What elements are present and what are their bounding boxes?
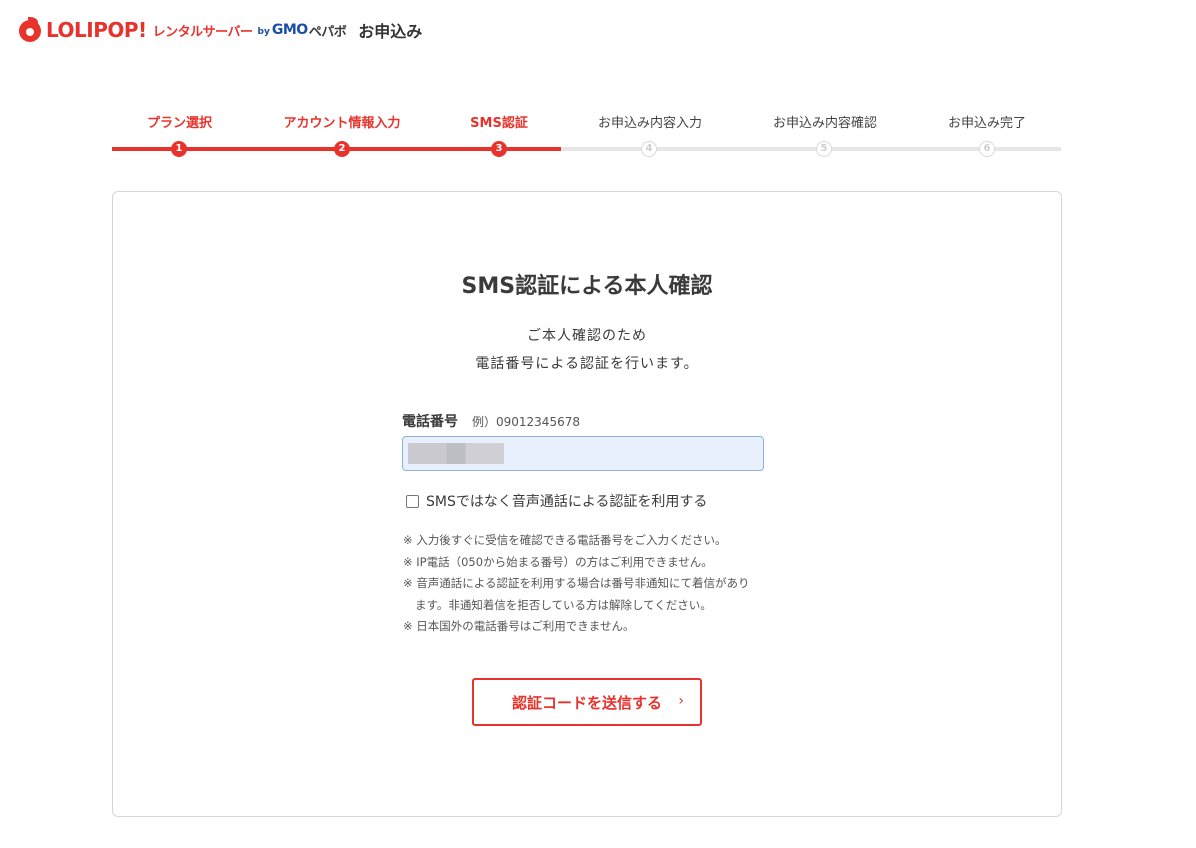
step-account-info: アカウント情報入力 2 xyxy=(272,112,412,157)
lolipop-logo-icon[interactable] xyxy=(18,17,42,43)
site-header: LOLIPOP! レンタルサーバー by GMO ペパボ お申込み xyxy=(18,14,422,46)
note-item-continued: ます。非通知着信を拒否している方は解除してください。 xyxy=(415,597,712,612)
step-label: お申込み内容確認 xyxy=(772,116,877,131)
step-number-badge: 1 xyxy=(171,141,187,157)
step-sms-auth: SMS認証 3 xyxy=(454,112,544,157)
description-line: ご本人確認のため xyxy=(527,328,647,344)
voice-call-checkbox[interactable] xyxy=(406,494,419,508)
step-number-badge: 5 xyxy=(816,141,832,157)
card-description: ご本人確認のため 電話番号による認証を行います。 xyxy=(113,322,1061,378)
progress-stepper: プラン選択 1 アカウント情報入力 2 SMS認証 3 お申込み内容入力 4 お… xyxy=(112,112,1061,162)
step-number-badge: 4 xyxy=(641,141,657,157)
step-label: お申込み内容入力 xyxy=(597,116,702,131)
logo-text[interactable]: LOLIPOP! xyxy=(46,18,147,42)
notes-list: ※ 入力後すぐに受信を確認できる電話番号をご入力ください。 ※ IP電話（050… xyxy=(403,530,783,638)
gmo-logo: GMO xyxy=(271,22,308,38)
note-item: ※ 日本国外の電話番号はご利用できません。 xyxy=(403,619,635,633)
step-number-badge: 6 xyxy=(979,141,995,157)
pepabo-logo: ペパボ xyxy=(308,24,347,40)
note-item: ※ IP電話（050から始まる番号）の方はご利用できません。 xyxy=(403,554,713,569)
step-number-badge: 2 xyxy=(334,141,350,157)
note-item: ※ 入力後すぐに受信を確認できる電話番号をご入力ください。 xyxy=(403,533,727,547)
chevron-right-icon: › xyxy=(678,693,684,709)
sms-auth-card: SMS認証による本人確認 ご本人確認のため 電話番号による認証を行います。 電話… xyxy=(112,191,1062,817)
step-application-complete: お申込み完了 6 xyxy=(937,112,1037,157)
step-label: アカウント情報入力 xyxy=(283,116,401,131)
voice-call-option[interactable]: SMSではなく音声通話による認証を利用する xyxy=(406,491,707,511)
send-button-label: 認証コードを送信する xyxy=(511,693,662,712)
redacted-phone-value xyxy=(408,443,504,464)
card-title: SMS認証による本人確認 xyxy=(461,274,713,299)
phone-example-hint: 例）09012345678 xyxy=(472,415,580,429)
by-text: by xyxy=(257,27,270,37)
phone-label-row: 電話番号 例）09012345678 xyxy=(402,411,580,431)
phone-field-label: 電話番号 xyxy=(402,414,458,430)
step-application-input: お申込み内容入力 4 xyxy=(585,112,715,157)
voice-call-label[interactable]: SMSではなく音声通話による認証を利用する xyxy=(426,491,707,511)
step-label: お申込み完了 xyxy=(947,116,1026,131)
note-item: ※ 音声通話による認証を利用する場合は番号非通知にて着信があり xyxy=(403,576,750,590)
send-verification-code-button[interactable]: 認証コードを送信する › xyxy=(472,678,702,726)
step-label: プラン選択 xyxy=(146,116,212,131)
step-number-badge: 3 xyxy=(491,141,507,157)
step-label: SMS認証 xyxy=(470,116,528,131)
page-title: お申込み xyxy=(358,22,423,41)
step-application-confirm: お申込み内容確認 5 xyxy=(760,112,890,157)
description-line: 電話番号による認証を行います。 xyxy=(475,356,699,372)
step-plan-select: プラン選択 1 xyxy=(112,112,247,157)
logo-subtitle: レンタルサーバー xyxy=(152,24,253,40)
